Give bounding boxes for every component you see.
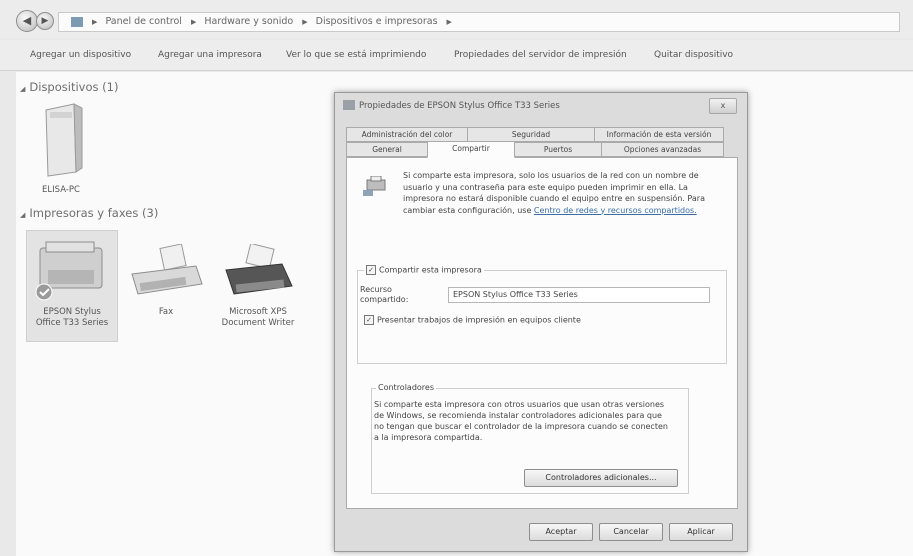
sharing-tab-panel: Si comparte esta impresora, solo los usu… — [346, 157, 738, 509]
printer-label-line2: Office T33 Series — [35, 318, 109, 328]
forward-button[interactable]: ▶ — [36, 12, 54, 30]
printer-label-line1: Fax — [158, 307, 174, 317]
add-printer-button[interactable]: Agregar una impresora — [158, 50, 262, 60]
printer-fax[interactable]: Fax — [124, 243, 208, 318]
dialog-titlebar[interactable]: Propiedades de EPSON Stylus Office T33 S… — [335, 93, 747, 119]
printer-xps[interactable]: Microsoft XPS Document Writer — [212, 242, 304, 329]
device-elisa-pc[interactable]: ELISA-PC — [36, 102, 86, 196]
tab-general[interactable]: General — [346, 142, 428, 157]
xps-printer-icon — [225, 242, 293, 295]
forward-arrow-icon: ▶ — [41, 16, 49, 26]
checkbox-checked-icon: ✓ — [366, 265, 376, 275]
breadcrumb-control-panel[interactable]: Panel de control — [105, 16, 181, 27]
remove-device-button[interactable]: Quitar dispositivo — [654, 50, 733, 60]
control-panel-icon — [71, 16, 83, 27]
printers-group-title: Impresoras y faxes (3) — [29, 206, 159, 220]
tab-version-info[interactable]: Información de esta versión — [594, 127, 724, 142]
cancel-button[interactable]: Cancelar — [599, 523, 663, 541]
add-device-button[interactable]: Agregar un dispositivo — [30, 50, 131, 60]
tab-advanced[interactable]: Opciones avanzadas — [601, 142, 724, 157]
render-jobs-label: Presentar trabajos de impresión en equip… — [377, 315, 581, 325]
computer-tower-icon — [45, 103, 83, 177]
breadcrumb-devices-printers[interactable]: Dispositivos e impresoras — [316, 16, 438, 27]
tab-ports[interactable]: Puertos — [514, 142, 602, 157]
breadcrumb-hardware[interactable]: Hardware y sonido — [204, 16, 293, 27]
devices-group-header[interactable]: ◢ Dispositivos (1) — [20, 80, 118, 94]
multifunction-printer-icon — [35, 241, 103, 301]
drivers-description: Si comparte esta impresora con otros usu… — [374, 400, 668, 442]
share-name-label-line2: compartido: — [360, 295, 409, 304]
back-button[interactable]: ◀ — [16, 10, 38, 32]
shared-printer-icon — [363, 176, 386, 196]
sharing-intro-text: Si comparte esta impresora, solo los usu… — [403, 170, 729, 216]
printer-label-line1: EPSON Stylus — [43, 307, 101, 317]
share-settings-frame: ✓ Compartir esta impresora Recurso compar… — [357, 265, 727, 364]
share-name-label-line1: Recurso — [360, 285, 392, 294]
dialog-title: Propiedades de EPSON Stylus Office T33 S… — [359, 101, 560, 111]
fax-machine-icon — [131, 243, 203, 295]
share-printer-checkbox[interactable]: ✓ Compartir esta impresora — [364, 265, 484, 275]
breadcrumb-separator-icon: ▶ — [190, 18, 197, 26]
share-name-label: Recurso compartido: — [360, 285, 408, 305]
tab-sharing[interactable]: Compartir — [427, 141, 515, 158]
share-name-input[interactable]: EPSON Stylus Office T33 Series — [448, 287, 710, 303]
printer-properties-dialog: Propiedades de EPSON Stylus Office T33 S… — [334, 92, 748, 552]
breadcrumb-separator-icon: ▶ — [302, 18, 308, 26]
tab-color-management[interactable]: Administración del color — [346, 127, 468, 142]
printers-group-header[interactable]: ◢ Impresoras y faxes (3) — [20, 206, 158, 220]
breadcrumb-separator-icon: ▶ — [446, 18, 452, 26]
render-jobs-checkbox[interactable]: ✓ Presentar trabajos de impresión en equi… — [364, 315, 581, 325]
apply-button[interactable]: Aplicar — [669, 523, 733, 541]
print-server-properties-button[interactable]: Propiedades del servidor de impresión — [454, 50, 627, 60]
printer-label-line2: Document Writer — [221, 318, 295, 328]
share-printer-label: Compartir esta impresora — [379, 265, 482, 275]
collapse-triangle-icon: ◢ — [20, 85, 26, 93]
address-field[interactable]: ▶ Panel de control ▶ Hardware y sonido ▶… — [58, 12, 900, 32]
additional-drivers-button[interactable]: Controladores adicionales... — [524, 469, 678, 487]
printer-label-line1: Microsoft XPS — [229, 307, 287, 317]
drivers-group-title: Controladores — [376, 383, 436, 392]
back-arrow-icon: ◀ — [22, 14, 32, 27]
collapse-triangle-icon: ◢ — [20, 211, 26, 219]
printer-epson[interactable]: EPSON Stylus Office T33 Series — [30, 234, 114, 329]
network-center-link[interactable]: Centro de redes y recursos compartidos. — [534, 206, 697, 215]
tab-security[interactable]: Seguridad — [467, 127, 595, 142]
devices-group-title: Dispositivos (1) — [29, 80, 119, 94]
close-button[interactable]: x — [709, 98, 737, 114]
address-bar-area: ◀ ▶ ▶ Panel de control ▶ Hardware y soni… — [0, 0, 913, 38]
command-bar: Agregar un dispositivo Agregar una impre… — [0, 40, 913, 71]
device-label: ELISA-PC — [42, 185, 80, 195]
printer-small-icon — [343, 100, 355, 110]
close-icon: x — [720, 101, 726, 110]
checkbox-checked-icon: ✓ — [364, 315, 374, 325]
drivers-frame: Controladores Si comparte esta impresora… — [371, 383, 689, 494]
breadcrumb-separator-icon: ▶ — [92, 18, 98, 26]
see-printing-button[interactable]: Ver lo que se está imprimiendo — [286, 50, 426, 60]
ok-button[interactable]: Aceptar — [529, 523, 593, 541]
